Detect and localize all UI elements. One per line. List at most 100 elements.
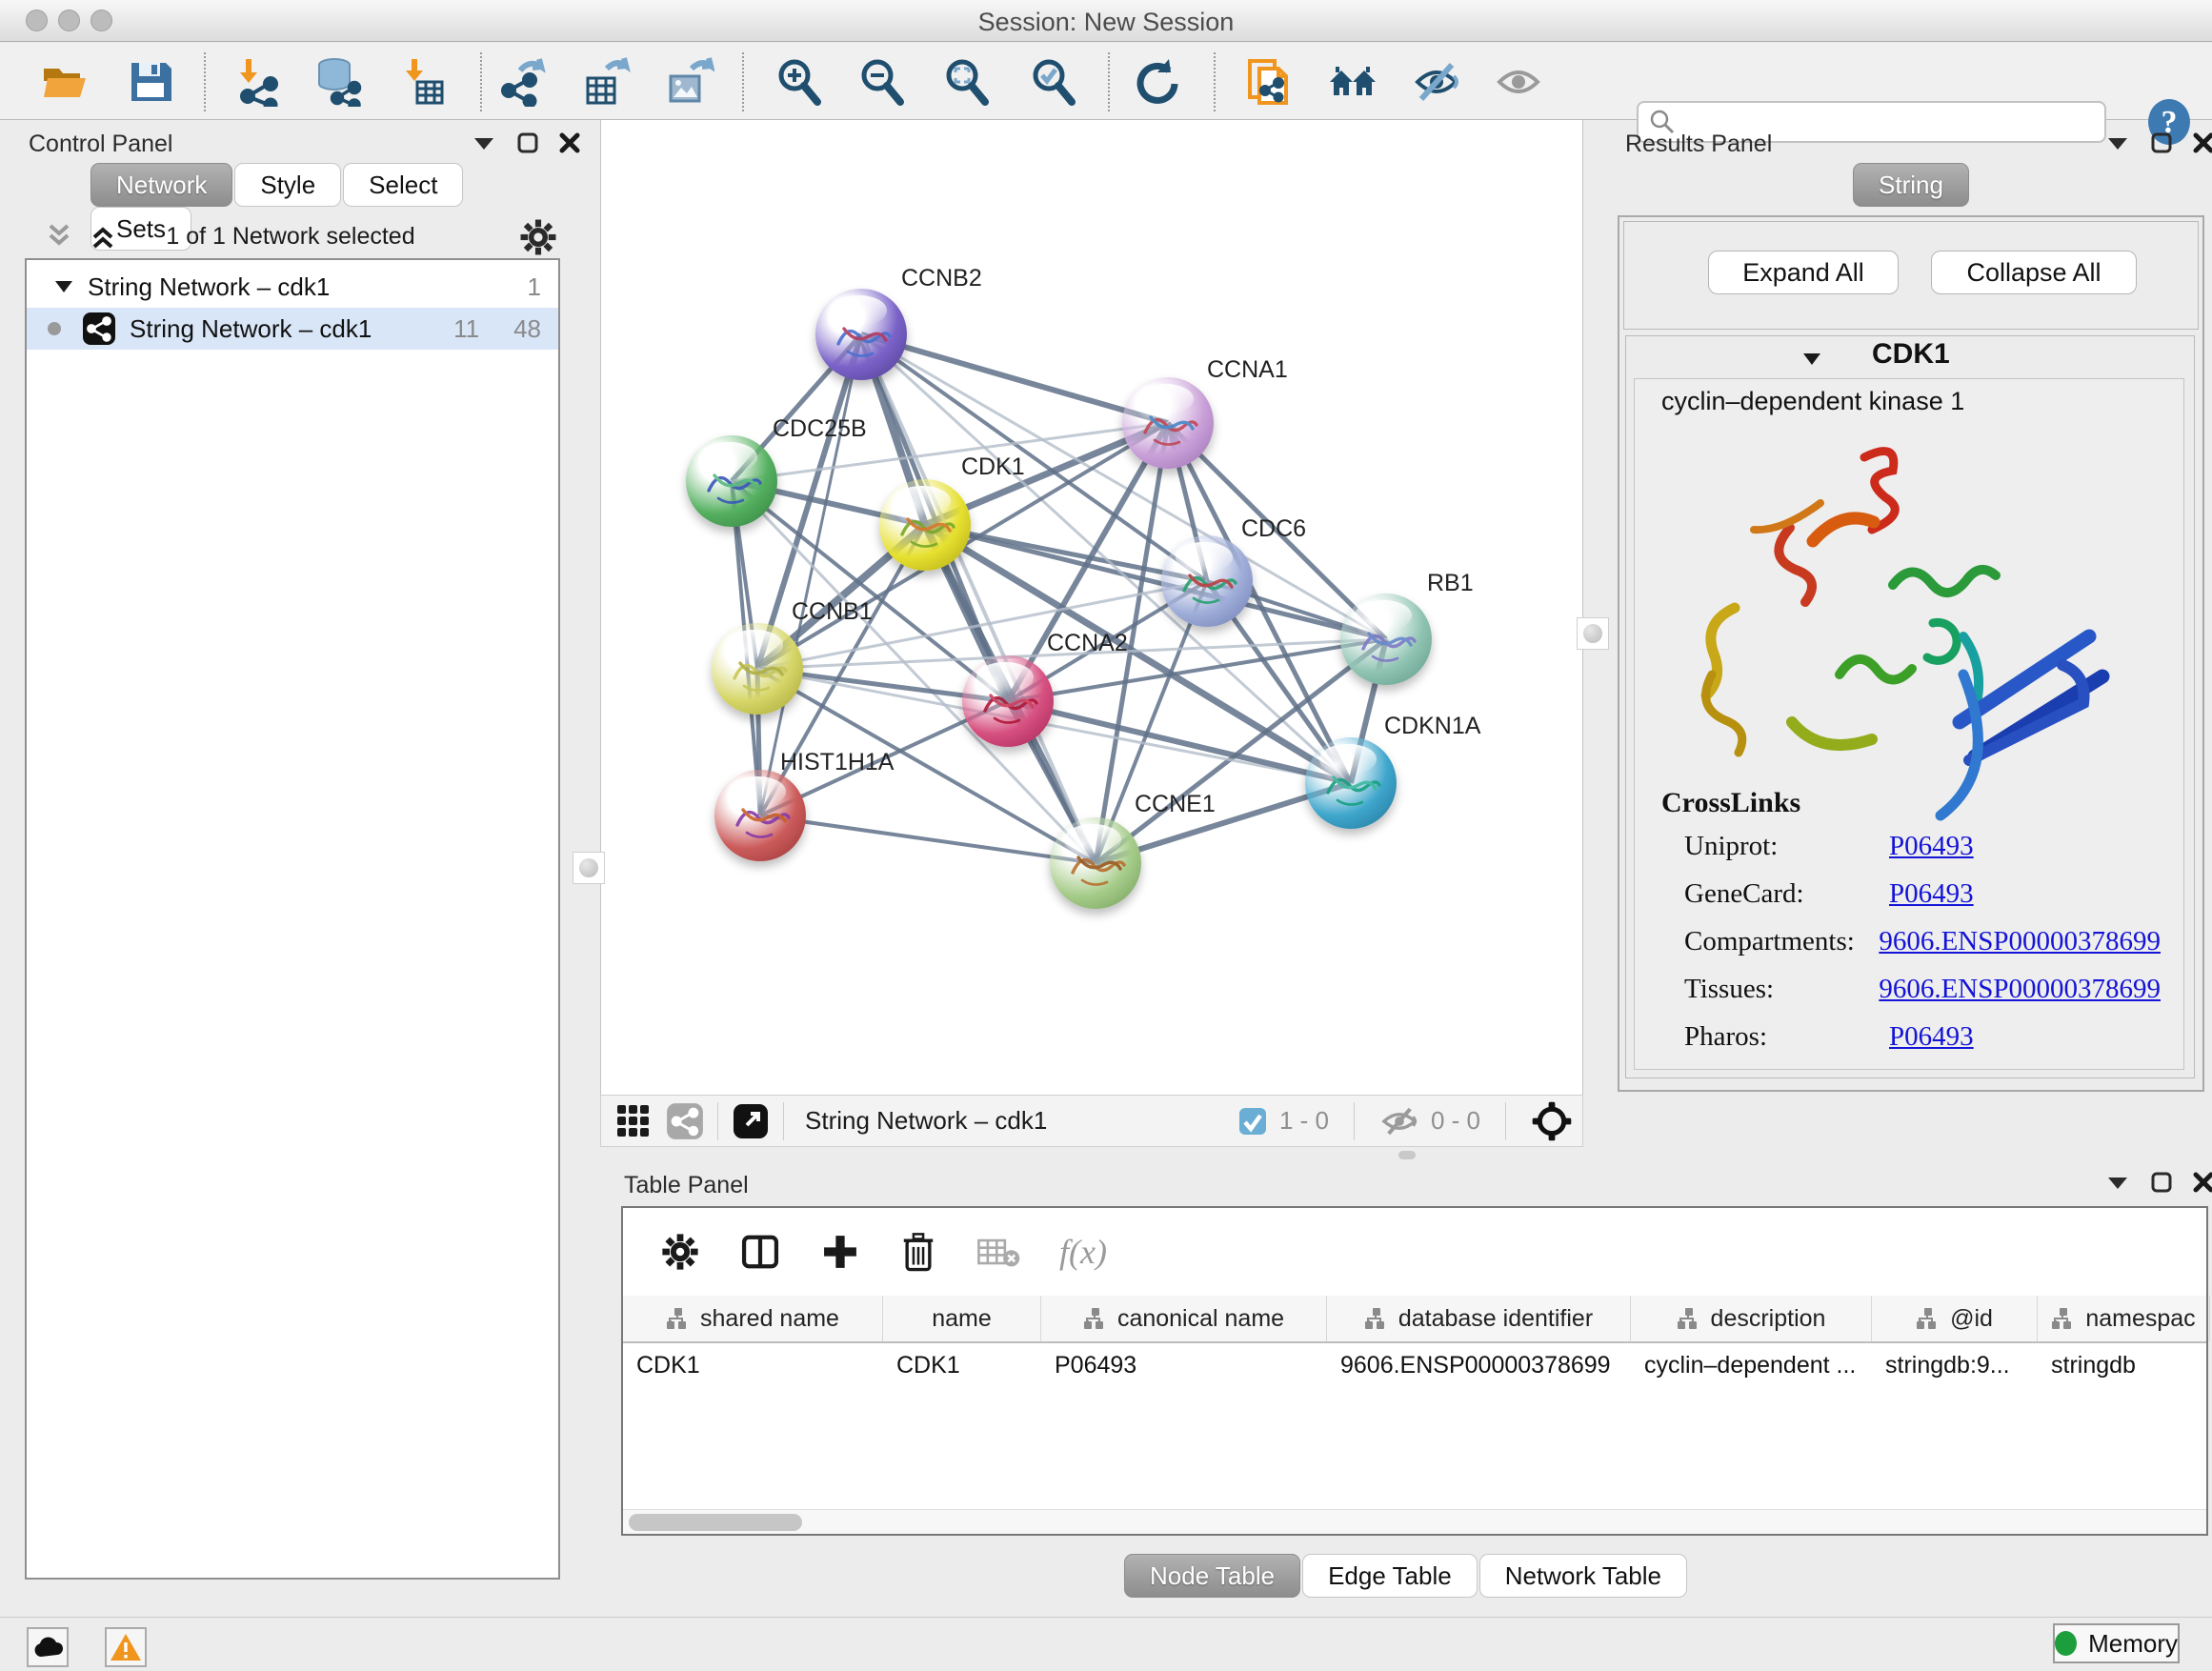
table-cell[interactable]: stringdb:9... bbox=[1872, 1343, 2038, 1387]
table-cell[interactable]: cyclin–dependent ... bbox=[1631, 1343, 1872, 1387]
network-node-rb1[interactable] bbox=[1340, 594, 1432, 685]
float-panel-icon[interactable] bbox=[2151, 1172, 2172, 1193]
tab-select[interactable]: Select bbox=[343, 163, 463, 207]
clone-network-icon[interactable] bbox=[1243, 56, 1295, 108]
node-label-ccne1: CCNE1 bbox=[1135, 791, 1216, 818]
selected-nodes-checkbox-icon[interactable] bbox=[1237, 1106, 1268, 1137]
tab-network[interactable]: Network bbox=[90, 163, 232, 207]
zoom-selected-icon[interactable] bbox=[1028, 56, 1079, 108]
expand-all-button[interactable]: Expand All bbox=[1708, 251, 1899, 294]
network-collection-row[interactable]: String Network – cdk1 1 bbox=[27, 266, 558, 308]
network-share-view-icon[interactable] bbox=[666, 1102, 704, 1140]
column-label: namespac bbox=[2085, 1305, 2195, 1333]
scrollbar-thumb[interactable] bbox=[629, 1514, 802, 1531]
column-type-icon bbox=[2051, 1307, 2076, 1330]
close-panel-icon[interactable] bbox=[559, 132, 580, 153]
zoom-out-icon[interactable] bbox=[856, 56, 908, 108]
first-neighbors-icon[interactable] bbox=[1327, 56, 1378, 108]
collapse-panel-icon[interactable] bbox=[472, 134, 496, 151]
column-header-name[interactable]: name bbox=[883, 1296, 1041, 1341]
node-label-cdc25b: CDC25B bbox=[773, 415, 867, 443]
warning-status-button[interactable] bbox=[105, 1627, 147, 1667]
column-header-shared-name[interactable]: shared name bbox=[623, 1296, 883, 1341]
crosslink-value-link[interactable]: P06493 bbox=[1889, 831, 1974, 862]
close-panel-icon[interactable] bbox=[2193, 1172, 2212, 1193]
collapse-all-button[interactable]: Collapse All bbox=[1931, 251, 2137, 294]
network-node-ccne1[interactable] bbox=[1050, 817, 1141, 909]
table-cell[interactable]: 9606.ENSP00000378699 bbox=[1327, 1343, 1631, 1387]
zoom-in-icon[interactable] bbox=[774, 56, 825, 108]
collapse-panel-icon[interactable] bbox=[2105, 134, 2130, 151]
export-network-icon[interactable] bbox=[498, 56, 550, 108]
column-label: database identifier bbox=[1398, 1305, 1593, 1333]
left-splitter-handle[interactable] bbox=[573, 852, 605, 884]
delete-column-icon[interactable] bbox=[899, 1231, 937, 1273]
export-image-icon[interactable] bbox=[664, 56, 715, 108]
column-header--id[interactable]: @id bbox=[1872, 1296, 2038, 1341]
table-cell[interactable]: stringdb bbox=[2038, 1343, 2210, 1387]
network-node-ccna1[interactable] bbox=[1122, 377, 1214, 469]
save-session-icon[interactable] bbox=[125, 56, 176, 108]
table-cell[interactable]: CDK1 bbox=[623, 1343, 883, 1387]
column-header-canonical-name[interactable]: canonical name bbox=[1041, 1296, 1327, 1341]
table-settings-gear-icon[interactable] bbox=[659, 1231, 701, 1273]
column-header-database-identifier[interactable]: database identifier bbox=[1327, 1296, 1631, 1341]
open-session-icon[interactable] bbox=[39, 56, 90, 108]
table-cell[interactable]: CDK1 bbox=[883, 1343, 1041, 1387]
add-column-icon[interactable] bbox=[819, 1231, 861, 1273]
crosslink-value-link[interactable]: P06493 bbox=[1889, 878, 1974, 910]
column-header-namespac[interactable]: namespac bbox=[2038, 1296, 2210, 1341]
network-node-cdk1[interactable] bbox=[879, 479, 971, 571]
network-node-cdc25b[interactable] bbox=[686, 435, 777, 527]
right-splitter-handle[interactable] bbox=[1577, 617, 1609, 650]
protein-thumbnail bbox=[1161, 535, 1253, 627]
tab-node-table[interactable]: Node Table bbox=[1124, 1554, 1300, 1598]
network-canvas[interactable]: CCNB2 CCNA1 CDC25B CDK1 CDC6 bbox=[600, 120, 1583, 1095]
network-node-cdc6[interactable] bbox=[1161, 535, 1253, 627]
network-options-gear-icon[interactable] bbox=[519, 218, 557, 261]
table-row[interactable]: CDK1CDK1P064939606.ENSP00000378699cyclin… bbox=[623, 1343, 2206, 1387]
network-node-ccnb2[interactable] bbox=[815, 289, 907, 380]
float-panel-icon[interactable] bbox=[517, 132, 538, 153]
collapse-panel-icon[interactable] bbox=[2105, 1174, 2130, 1191]
import-network-file-icon[interactable] bbox=[231, 56, 283, 108]
detach-view-icon[interactable] bbox=[732, 1102, 770, 1140]
birds-eye-crosshair-icon[interactable] bbox=[1531, 1100, 1573, 1142]
float-panel-icon[interactable] bbox=[2151, 132, 2172, 153]
grid-view-icon[interactable] bbox=[614, 1102, 653, 1140]
hide-selected-eye-icon[interactable] bbox=[1411, 56, 1462, 108]
show-all-eye-icon[interactable] bbox=[1493, 56, 1544, 108]
crosslink-value-link[interactable]: 9606.ENSP00000378699 bbox=[1879, 926, 2161, 957]
cloud-status-button[interactable] bbox=[27, 1627, 69, 1667]
memory-button[interactable]: Memory bbox=[2053, 1623, 2180, 1663]
show-columns-icon[interactable] bbox=[739, 1231, 781, 1273]
bottom-splitter-handle[interactable] bbox=[1398, 1151, 1416, 1159]
tab-edge-table[interactable]: Edge Table bbox=[1302, 1554, 1478, 1598]
crosslink-value-link[interactable]: 9606.ENSP00000378699 bbox=[1879, 974, 2161, 1005]
export-table-icon[interactable] bbox=[581, 56, 633, 108]
column-header-description[interactable]: description bbox=[1631, 1296, 1872, 1341]
network-node-hist1h1a[interactable] bbox=[714, 770, 806, 861]
network-node-cdkn1a[interactable] bbox=[1305, 737, 1397, 829]
entry-expander-icon[interactable] bbox=[1801, 352, 1822, 367]
tree-expander-icon[interactable] bbox=[53, 279, 74, 294]
hidden-eye-icon[interactable] bbox=[1379, 1105, 1419, 1137]
toolbar-separator bbox=[717, 1102, 718, 1140]
close-panel-icon[interactable] bbox=[2193, 132, 2212, 153]
network-node-ccna2[interactable] bbox=[962, 655, 1054, 747]
tab-string[interactable]: String bbox=[1853, 163, 1969, 207]
network-row-selected[interactable]: String Network – cdk1 11 48 bbox=[27, 308, 558, 350]
zoom-fit-icon[interactable] bbox=[941, 56, 993, 108]
import-network-database-icon[interactable] bbox=[312, 56, 364, 108]
collapse-all-networks-icon[interactable] bbox=[43, 222, 75, 255]
table-horizontal-scrollbar[interactable] bbox=[623, 1509, 2206, 1534]
crosslink-value-link[interactable]: P06493 bbox=[1889, 1021, 1974, 1053]
tab-style[interactable]: Style bbox=[234, 163, 341, 207]
table-panel: Table Panel f(x) shared namenamecanonica… bbox=[600, 1160, 2212, 1618]
import-table-file-icon[interactable] bbox=[397, 56, 449, 108]
tab-network-table[interactable]: Network Table bbox=[1479, 1554, 1687, 1598]
refresh-view-icon[interactable] bbox=[1130, 56, 1181, 108]
table-cell[interactable]: P06493 bbox=[1041, 1343, 1327, 1387]
network-node-ccnb1[interactable] bbox=[712, 623, 803, 715]
expand-all-networks-icon[interactable] bbox=[87, 222, 119, 255]
